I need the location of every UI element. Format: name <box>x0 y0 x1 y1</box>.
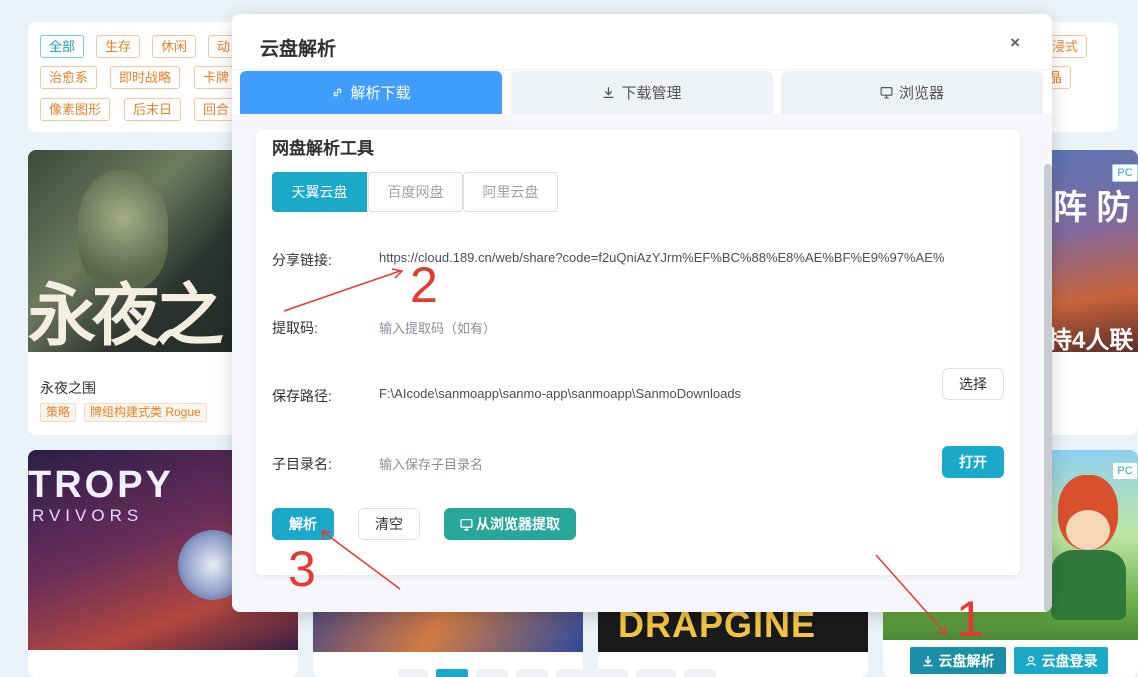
scrollbar[interactable] <box>1044 164 1052 612</box>
pagination-item[interactable] <box>556 669 628 677</box>
monitor-icon <box>880 87 893 99</box>
source-baidu[interactable]: 百度网盘 <box>368 172 463 212</box>
annotation-number-1: 1 <box>956 591 984 647</box>
cloud-login-float-button[interactable]: 云盘登录 <box>1012 645 1110 676</box>
pagination-item[interactable] <box>684 669 716 677</box>
monitor-icon <box>460 518 473 531</box>
tag-casual[interactable]: 休闲 <box>152 35 197 58</box>
open-folder-button[interactable]: 打开 <box>942 446 1004 478</box>
subdir-label: 子目录名: <box>272 456 332 472</box>
link-icon <box>334 88 342 97</box>
game-chip: 牌组构建式类 Rogue <box>84 403 207 422</box>
extract-from-browser-button[interactable]: 从浏览器提取 <box>444 508 576 540</box>
tab-parse-download[interactable]: 解析下载 <box>240 71 502 114</box>
code-label: 提取码: <box>272 320 318 336</box>
cover-art-subtext: 持4人联 <box>1048 327 1134 354</box>
tag-rts[interactable]: 即时战略 <box>110 66 181 89</box>
parse-button[interactable]: 解析 <box>272 508 334 540</box>
download-icon <box>604 87 614 99</box>
game-title: 永夜之围 <box>40 380 96 396</box>
tab-download-manager[interactable]: 下载管理 <box>511 71 773 114</box>
annotation-number-3: 3 <box>288 541 316 597</box>
pagination-item-active[interactable] <box>436 669 468 677</box>
dialog-title: 云盘解析 <box>260 39 337 60</box>
code-input[interactable]: 输入提取码（如有） <box>379 318 779 337</box>
annotation-number-2: 2 <box>410 257 438 313</box>
pagination-item[interactable] <box>516 669 548 677</box>
choose-path-button[interactable]: 选择 <box>942 368 1004 400</box>
close-icon[interactable]: × <box>1010 33 1020 53</box>
cover-art-text: 永夜之 <box>28 276 224 356</box>
tab-label: 解析下载 <box>350 85 411 102</box>
tag-pixel[interactable]: 像素图形 <box>40 98 111 121</box>
save-path-input[interactable]: F:\AIcode\sanmoapp\sanmo-app\sanmoapp\Sa… <box>379 386 899 401</box>
share-link-label: 分享链接: <box>272 252 332 268</box>
tab-browser[interactable]: 浏览器 <box>781 71 1043 114</box>
platform-badge: PC <box>1112 462 1138 480</box>
pagination-item[interactable] <box>636 669 676 677</box>
cloud-parse-float-button[interactable]: 云盘解析 <box>908 645 1008 676</box>
parse-tool-panel: 网盘解析工具 天翼云盘 百度网盘 阿里云盘 分享链接: https://clou… <box>256 130 1020 575</box>
cloud-parse-dialog: 云盘解析 × 解析下载 下载管理 浏览器 网盘解析工具 天翼云盘 百度网盘 阿里… <box>232 14 1052 612</box>
cover-art-text: TROPY <box>28 464 174 506</box>
tab-label: 下载管理 <box>621 85 682 102</box>
cloud-parse-label: 云盘解析 <box>938 652 995 669</box>
share-link-input[interactable]: https://cloud.189.cn/web/share?code=f2uQ… <box>379 250 999 265</box>
pagination-item[interactable] <box>398 669 428 677</box>
subdir-input[interactable]: 输入保存子目录名 <box>379 454 779 473</box>
tag-healing[interactable]: 治愈系 <box>40 66 98 89</box>
clear-button[interactable]: 清空 <box>358 508 420 540</box>
source-tianyi[interactable]: 天翼云盘 <box>272 172 367 212</box>
tag-all[interactable]: 全部 <box>40 35 85 58</box>
cover-art-subtext: RVIVORS <box>32 506 144 525</box>
source-aliyun[interactable]: 阿里云盘 <box>463 172 558 212</box>
cover-art-text: 阵 防 <box>1053 189 1131 227</box>
save-path-label: 保存路径: <box>272 388 332 404</box>
platform-badge: PC <box>1112 164 1138 182</box>
dialog-tabs: 解析下载 下载管理 浏览器 <box>232 69 1052 114</box>
tab-label: 浏览器 <box>898 85 944 102</box>
user-icon <box>1025 655 1036 666</box>
download-icon <box>923 655 932 666</box>
cloud-login-label: 云盘登录 <box>1041 652 1098 669</box>
game-chip: 策略 <box>40 403 77 422</box>
extract-label: 从浏览器提取 <box>476 516 560 532</box>
pagination-item[interactable] <box>476 669 508 677</box>
tag-survival[interactable]: 生存 <box>96 35 141 58</box>
panel-title: 网盘解析工具 <box>272 139 374 158</box>
tag-post-apocalypse[interactable]: 后末日 <box>124 98 182 121</box>
